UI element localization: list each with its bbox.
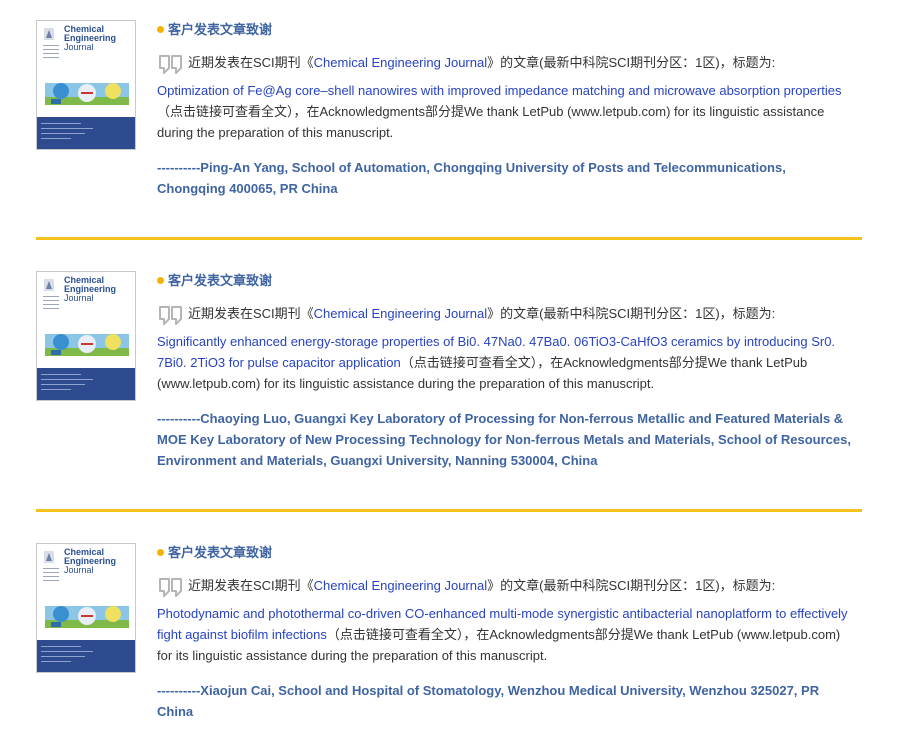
cover-band	[37, 368, 135, 400]
section-divider	[36, 237, 862, 240]
quote-icon	[159, 577, 182, 597]
journal-link[interactable]: Chemical Engineering Journal	[314, 306, 487, 321]
cover-band	[37, 640, 135, 672]
entry-heading: 客户发表文章致谢	[157, 271, 272, 291]
author-affiliation: ----------Chaoying Luo, Guangxi Key Labo…	[157, 411, 851, 468]
elsevier-logo-icon	[44, 551, 54, 563]
journal-cover-image[interactable]: Chemical Engineering Journal	[36, 271, 136, 401]
elsevier-logo-icon	[44, 28, 54, 40]
bullet-dot-icon	[157, 549, 164, 556]
article-description: Optimization of Fe@Ag core–shell nanowir…	[157, 80, 857, 143]
bullet-dot-icon	[157, 26, 164, 33]
publication-intro: 近期发表在SCI期刊《Chemical Engineering Journal》…	[157, 303, 775, 327]
cover-fine-print	[43, 45, 59, 61]
article-description: Photodynamic and photothermal co-driven …	[157, 603, 857, 666]
article-description: Significantly enhanced energy-storage pr…	[157, 331, 857, 394]
cover-band	[37, 117, 135, 149]
publication-intro: 近期发表在SCI期刊《Chemical Engineering Journal》…	[157, 52, 775, 76]
article-title-link[interactable]: Optimization of Fe@Ag core–shell nanowir…	[157, 83, 841, 98]
quote-icon	[159, 305, 182, 325]
journal-link[interactable]: Chemical Engineering Journal	[314, 578, 487, 593]
entry-heading: 客户发表文章致谢	[157, 20, 272, 40]
cover-artwork	[45, 606, 129, 628]
journal-link[interactable]: Chemical Engineering Journal	[314, 55, 487, 70]
cover-fine-print	[43, 296, 59, 312]
cover-title: Chemical Engineering Journal	[64, 275, 117, 303]
cover-title: Chemical Engineering Journal	[64, 547, 117, 575]
journal-cover-image[interactable]: Chemical Engineering Journal	[36, 20, 136, 150]
cover-fine-print	[43, 568, 59, 584]
author-affiliation: ----------Xiaojun Cai, School and Hospit…	[157, 683, 820, 719]
publication-intro: 近期发表在SCI期刊《Chemical Engineering Journal》…	[157, 575, 775, 599]
quote-icon	[159, 54, 182, 74]
elsevier-logo-icon	[44, 279, 54, 291]
bullet-dot-icon	[157, 277, 164, 284]
section-divider	[36, 509, 862, 512]
entry-heading: 客户发表文章致谢	[157, 543, 272, 563]
author-affiliation: ----------Ping-An Yang, School of Automa…	[157, 160, 786, 196]
cover-artwork	[45, 334, 129, 356]
cover-artwork	[45, 83, 129, 105]
journal-cover-image[interactable]: Chemical Engineering Journal	[36, 543, 136, 673]
acknowledgment-text: （点击链接可查看全文），在Acknowledgments部分提We thank …	[157, 104, 825, 140]
cover-title: Chemical Engineering Journal	[64, 24, 117, 52]
